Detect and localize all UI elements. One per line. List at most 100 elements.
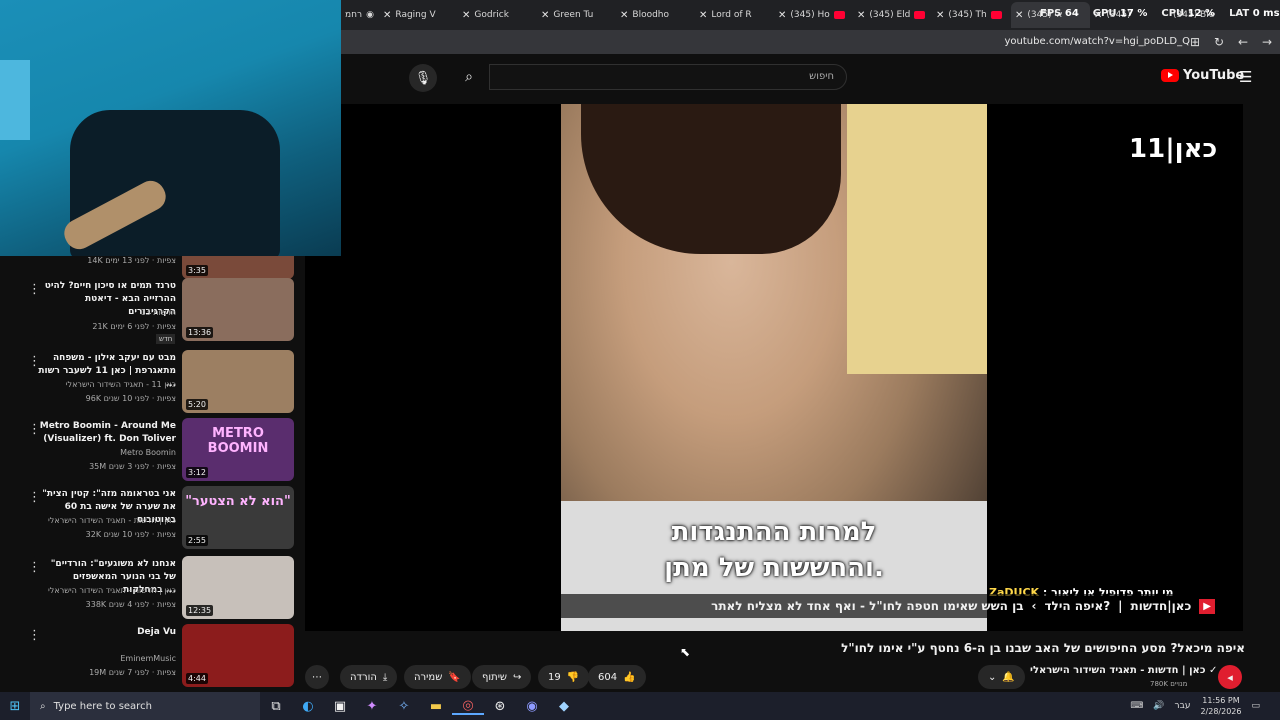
like-button[interactable]: 604 👍 [588, 665, 646, 689]
forward-icon[interactable]: → [1262, 35, 1272, 49]
video-title[interactable]: Metro Boomin - Around Me (Visualizer) ft… [36, 420, 176, 446]
channel-avatar[interactable]: ◂ [1218, 665, 1242, 689]
volume-icon[interactable]: 🔊 [1153, 701, 1164, 711]
list-item[interactable]: 3:35 14K צפיות · לפני 13 ימים [0, 256, 300, 280]
more-icon[interactable]: ⋮ [28, 560, 41, 575]
list-item[interactable]: METRO BOOMIN 3:12 Metro Boomin - Around Me… [0, 418, 300, 482]
duration-badge: 3:35 [186, 265, 208, 276]
clock-time: 11:56 PM [1202, 696, 1240, 705]
browser-tab[interactable]: ✕ Bloodho [616, 2, 695, 28]
back-icon[interactable]: ← [1238, 35, 1248, 49]
more-icon[interactable]: ⋮ [28, 628, 41, 643]
dislike-button[interactable]: 19 👎 [538, 665, 590, 689]
youtube-logo[interactable]: YouTube [1161, 68, 1244, 83]
translate-icon[interactable]: ⊞ [1190, 35, 1200, 49]
github-icon[interactable]: ⊛ [484, 699, 516, 714]
channel-name[interactable]: EminemMusic [26, 654, 176, 663]
taskbar-search-input[interactable]: ⌕ Type here to search [30, 692, 260, 720]
more-icon[interactable]: ⋮ [28, 422, 41, 437]
close-icon[interactable]: ✕ [462, 10, 470, 21]
download-button[interactable]: הורדה ⤓ [340, 665, 398, 689]
task-view-icon[interactable]: ⧉ [260, 699, 292, 714]
discord-icon[interactable]: ◉ [516, 699, 548, 714]
search-button[interactable]: ⌕ [451, 64, 487, 90]
copilot-icon[interactable]: ✦ [356, 699, 388, 714]
channel-name[interactable]: כאן | חדשות - תאגיד השידור הישראלי [26, 586, 176, 595]
list-item[interactable]: 5:20 מבט עם יעקב אילון - משפחה מתאגרפת | … [0, 350, 300, 414]
channel-name[interactable]: Metro Boomin [26, 448, 176, 457]
chevron-down-icon: ⌄ [988, 671, 997, 683]
browser-tab[interactable]: ✕ Godrick [458, 2, 537, 28]
channel-name[interactable]: כאן 11 - תאגיד השידור הישראלי [26, 380, 176, 389]
edge-icon[interactable]: ◐ [292, 699, 324, 714]
language-indicator[interactable]: עבר [1175, 701, 1191, 711]
windows-start-icon[interactable]: ⊞ [0, 699, 30, 714]
clock[interactable]: 11:56 PM 2/28/2026 [1200, 695, 1241, 717]
close-icon[interactable]: ✕ [541, 10, 549, 21]
video-meta: 19M צפיות · לפני 7 שנים [89, 668, 176, 677]
list-item[interactable]: 13:36 טרנד תמים או סיכון חיים? להיט ההרזי… [0, 278, 300, 344]
gpu-stat: GPU 17 % [1093, 8, 1148, 19]
bell-icon: 🔔 [1002, 671, 1015, 683]
app-icon[interactable]: ✧ [388, 699, 420, 714]
more-actions-button[interactable]: ⋯ [305, 665, 329, 689]
menu-icon[interactable]: ☰ [1239, 68, 1252, 86]
dislike-count: 19 [548, 671, 561, 683]
list-item[interactable]: "הוא לא הצטער" 2:55 "אני בטראומה מזה": קטי… [0, 486, 300, 550]
close-icon[interactable]: ✕ [1015, 10, 1023, 21]
tab-label: (345) Ho [790, 10, 830, 20]
clock-date: 2/28/2026 [1200, 707, 1242, 716]
duration-badge: 5:20 [186, 399, 208, 410]
video-title: איפה מיכאל? מסע החיפושים של האב שבנו בן … [841, 641, 1245, 655]
channel-name[interactable]: כאן | חדשות - תאגיד השידור הישראלי ✓ [1030, 665, 1217, 676]
microphone-icon: 🎙 [414, 70, 432, 86]
close-icon[interactable]: ✕ [778, 10, 786, 21]
browser-tab[interactable]: ✕ Raging V [379, 2, 458, 28]
browser-tab[interactable]: ✕ Lord of R [695, 2, 774, 28]
app-icon[interactable]: ◆ [548, 699, 580, 714]
share-button[interactable]: שיתוף ↪ [472, 665, 532, 689]
more-icon[interactable]: ⋮ [28, 354, 41, 369]
browser-tab[interactable]: ✕ (345) Eld [853, 2, 932, 28]
video-player[interactable]: כאן|11 למרות ההתנגדות והחששות של מתן. Za… [305, 104, 1243, 631]
voice-search-button[interactable]: 🎙 [409, 64, 437, 92]
url-field[interactable]: youtube.com/watch?v=hgi_poDLD_Q [1005, 36, 1190, 47]
subtitle-line: והחששות של מתן. [664, 553, 884, 583]
cpu-value: 12 % [1187, 8, 1216, 19]
browser-tab[interactable]: רחמ ◉ [341, 2, 379, 28]
channel-name[interactable]: כאן | חדשות - תאגיד השידור הישראלי [26, 516, 176, 525]
duration-badge: 12:35 [186, 605, 214, 616]
file-explorer-icon[interactable]: ▬ [420, 699, 452, 714]
search-input[interactable]: חיפוש [489, 64, 847, 90]
fps-value: 64 [1064, 8, 1079, 19]
notification-bell-button[interactable]: ⌄ 🔔 [978, 665, 1025, 689]
new-badge: חדש [156, 334, 176, 344]
more-icon[interactable]: ⋮ [28, 282, 41, 297]
thumbs-up-icon: 👍 [623, 671, 636, 683]
share-label: שיתוף [482, 671, 508, 683]
keyboard-icon[interactable]: ⌨ [1130, 701, 1143, 711]
ticker-text: בן השש שאימו חטפה לחו"ל - ואף אחד לא מצל… [711, 599, 1024, 613]
ticker-section: איפה הילד? [1044, 599, 1111, 613]
save-button[interactable]: שמירה 🔖 [404, 665, 471, 689]
notification-icon[interactable]: ▭ [1251, 701, 1260, 711]
close-icon[interactable]: ✕ [936, 10, 944, 21]
browser-tab[interactable]: ✕ (345) Ho [774, 2, 853, 28]
duration-badge: 3:12 [186, 467, 208, 478]
channel-name[interactable]: חדשות 13 [26, 308, 176, 317]
more-icon[interactable]: ⋮ [28, 490, 41, 505]
store-icon[interactable]: ▣ [324, 699, 356, 714]
close-icon[interactable]: ✕ [699, 10, 707, 21]
browser-tab[interactable]: ✕ (345) Th [932, 2, 1011, 28]
close-icon[interactable]: ✕ [383, 10, 391, 21]
thumbnail-text: METRO BOOMIN [207, 426, 269, 456]
system-tray: ⌨ 🔊 עבר 11:56 PM 2/28/2026 ▭ [1130, 695, 1280, 717]
close-icon[interactable]: ✕ [620, 10, 628, 21]
chrome-icon[interactable]: ◎ [452, 698, 484, 715]
close-icon[interactable]: ✕ [857, 10, 865, 21]
list-item[interactable]: 12:35 "אנחנו לא משוגעים": הורדיים של בני … [0, 556, 300, 620]
list-item[interactable]: 4:44 Deja Vu EminemMusic 19M צפיות · לפני 7… [0, 624, 300, 688]
reload-icon[interactable]: ↻ [1214, 35, 1224, 49]
browser-tab[interactable]: ✕ Green Tu [537, 2, 616, 28]
video-title[interactable]: Deja Vu [36, 626, 176, 639]
